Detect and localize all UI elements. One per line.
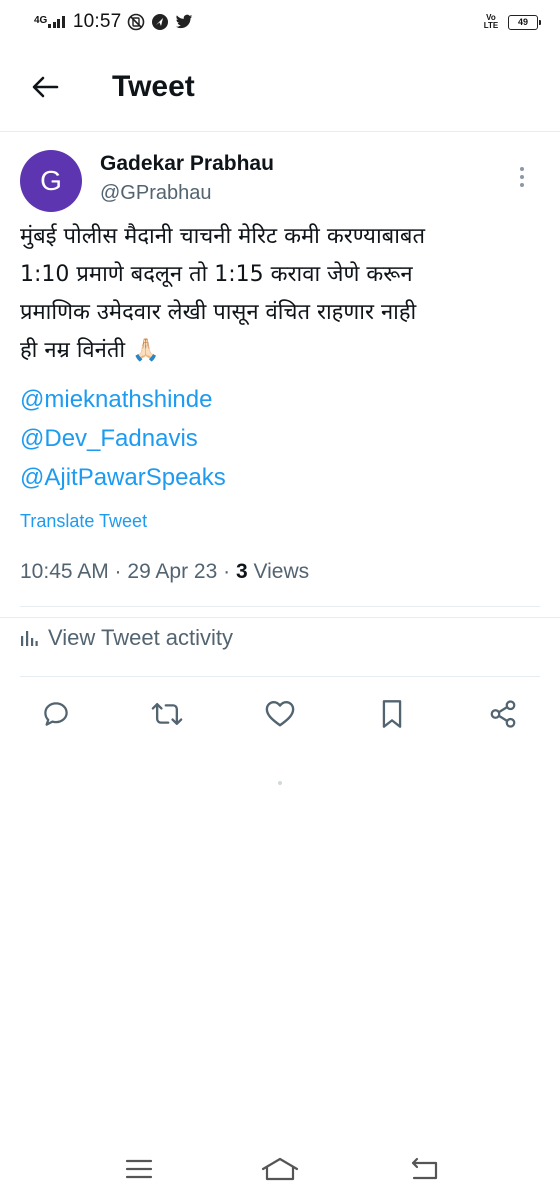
vibrate-off-icon <box>127 13 145 31</box>
bookmark-icon <box>382 700 402 728</box>
heart-icon <box>265 700 295 727</box>
back-button[interactable] <box>24 66 66 108</box>
tweet-mentions: @mieknathshinde @Dev_Fadnavis @AjitPawar… <box>20 380 540 497</box>
more-options-button[interactable] <box>510 162 534 192</box>
tweet-text-line: मुंबई पोलीस मैदानी चाचनी मेरिट कमी करण्य… <box>20 224 426 249</box>
mention-link[interactable]: @AjitPawarSpeaks <box>20 458 540 497</box>
tweet-screen: 4G 10:57 Vo LTE 49 Tweet G Gadekar Prabh… <box>0 0 560 1200</box>
like-button[interactable] <box>262 696 298 732</box>
more-vertical-icon <box>520 167 524 171</box>
author-name[interactable]: Gadekar Prabhau <box>100 152 274 176</box>
views-label: Views <box>247 560 310 583</box>
page-title: Tweet <box>112 70 195 103</box>
tweet-text-line: प्रमाणिक उमेदवार लेखी पासून वंचित राहणार… <box>20 300 417 325</box>
back-icon <box>411 1157 438 1180</box>
reply-button[interactable] <box>38 696 74 732</box>
translate-tweet-link[interactable]: Translate Tweet <box>20 511 147 532</box>
volte-indicator: Vo LTE <box>483 13 499 30</box>
loading-indicator <box>278 781 282 785</box>
views-count: 3 <box>235 560 248 583</box>
retweet-icon <box>151 702 183 726</box>
share-button[interactable] <box>485 696 521 732</box>
battery-level: 49 <box>517 17 528 27</box>
nav-menu-button[interactable] <box>122 1154 156 1184</box>
battery-icon: 49 <box>508 14 541 30</box>
navigation-icon <box>151 13 169 31</box>
tweet-text-line: 1:10 प्रमाणे बदलून तो 1:15 करावा जेणे कर… <box>20 262 413 287</box>
tweet-text: मुंबई पोलीस मैदानी चाचनी मेरिट कमी करण्य… <box>20 218 540 370</box>
mention-link[interactable]: @mieknathshinde <box>20 380 540 419</box>
top-app-bar: Tweet <box>0 44 560 132</box>
tweet-actions <box>0 680 560 748</box>
home-icon <box>261 1157 299 1181</box>
divider <box>20 606 540 607</box>
share-icon <box>490 700 516 728</box>
menu-icon <box>125 1159 153 1179</box>
system-nav-bar <box>0 1140 560 1200</box>
reply-icon <box>44 702 68 726</box>
status-left: 4G 10:57 <box>34 11 193 33</box>
view-tweet-activity-button[interactable]: View Tweet activity <box>20 625 233 651</box>
activity-label: View Tweet activity <box>48 625 234 650</box>
tweet-timestamp[interactable]: 10:45 AM · 29 Apr 23 · <box>20 560 236 583</box>
twitter-bird-icon <box>175 13 193 31</box>
bookmark-button[interactable] <box>374 696 410 732</box>
status-right: Vo LTE 49 <box>482 13 541 30</box>
author-handle[interactable]: @GPrabhau <box>100 182 211 205</box>
avatar[interactable]: G <box>20 150 82 212</box>
arrow-left-icon <box>32 76 59 98</box>
divider <box>0 617 560 618</box>
tweet-author: G Gadekar Prabhau @GPrabhau <box>20 150 540 212</box>
signal-icon <box>48 16 65 28</box>
nav-back-button[interactable] <box>408 1154 442 1184</box>
retweet-button[interactable] <box>149 696 185 732</box>
network-indicator: 4G <box>34 16 67 28</box>
analytics-bars-icon <box>21 631 38 646</box>
mention-link[interactable]: @Dev_Fadnavis <box>20 419 540 458</box>
tweet-meta: 10:45 AM · 29 Apr 23 · 3 Views <box>20 560 309 584</box>
tweet-text-line: ही नम्र विनंती 🙏🏻 <box>20 338 160 363</box>
nav-home-button[interactable] <box>260 1154 300 1184</box>
network-type: 4G <box>34 15 48 26</box>
status-bar: 4G 10:57 Vo LTE 49 <box>0 0 560 44</box>
status-time: 10:57 <box>72 11 122 32</box>
divider <box>20 676 540 677</box>
